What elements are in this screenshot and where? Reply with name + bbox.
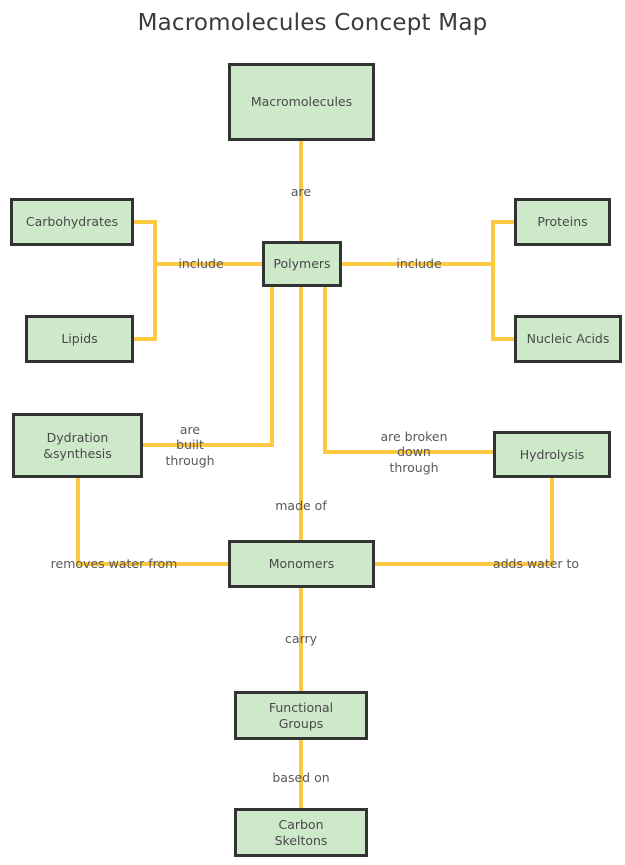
node-nucleic-acids[interactable]: Nucleic Acids (514, 315, 622, 363)
concept-map-canvas: Macromolecules Concept Map Macromolecule… (0, 0, 625, 865)
node-carbohydrates[interactable]: Carbohydrates (10, 198, 134, 246)
node-nucleic-acids-label: Nucleic Acids (526, 331, 610, 347)
node-monomers[interactable]: Monomers (228, 540, 375, 588)
edge-are-broken-down-through (323, 286, 493, 454)
node-hydrolysis[interactable]: Hydrolysis (493, 431, 611, 478)
node-proteins-label: Proteins (537, 214, 588, 230)
edge-include-left-carbohydrates (133, 220, 157, 264)
node-hydrolysis-label: Hydrolysis (519, 446, 585, 462)
edge-are-built-through (143, 286, 274, 447)
edge-include-left-lipids (133, 264, 157, 341)
node-monomers-label: Monomers (268, 556, 335, 572)
edge-removes-water-from (76, 478, 228, 566)
node-polymers-label: Polymers (273, 256, 331, 272)
node-carbon-skeltons[interactable]: Carbon Skeltons (234, 808, 368, 857)
node-proteins[interactable]: Proteins (514, 198, 611, 246)
node-lipids-label: Lipids (61, 331, 98, 347)
node-lipids[interactable]: Lipids (25, 315, 134, 363)
edge-include-right-proteins (491, 220, 515, 264)
node-functional-groups[interactable]: Functional Groups (234, 691, 368, 740)
node-functional-groups-label: Functional Groups (268, 699, 334, 731)
node-polymers[interactable]: Polymers (262, 241, 342, 287)
edge-adds-water-to (375, 478, 554, 566)
edge-include-right-nucleic-acids (491, 264, 515, 341)
node-dydration-synthesis-label: Dydration &synthesis (43, 429, 112, 461)
node-macromolecules-label: Macromolecules (250, 94, 353, 110)
node-carbon-skeltons-label: Carbon Skeltons (274, 816, 328, 848)
node-dydration-synthesis[interactable]: Dydration &synthesis (12, 413, 143, 478)
node-macromolecules[interactable]: Macromolecules (228, 63, 375, 141)
node-carbohydrates-label: Carbohydrates (25, 214, 119, 230)
